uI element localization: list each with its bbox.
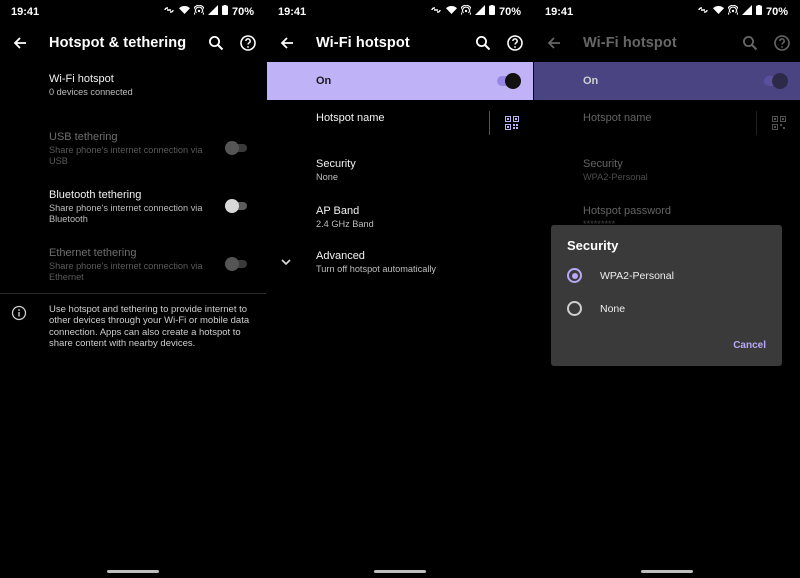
link-icon [430, 5, 442, 18]
battery-percent: 70% [765, 5, 788, 18]
status-bar: 19:41 70% [267, 0, 533, 24]
status-time: 19:41 [545, 6, 574, 18]
search-icon[interactable] [473, 33, 493, 53]
page-title: Wi-Fi hotspot [316, 35, 410, 51]
nav-handle[interactable] [641, 570, 693, 573]
item-title: Security [583, 158, 623, 170]
hotspot-icon [726, 4, 739, 18]
item-title: AP Band [316, 205, 360, 217]
dialog-title: Security [567, 238, 619, 253]
item-subtitle: 2.4 GHz Band [316, 219, 374, 229]
item-title: Advanced [316, 250, 365, 262]
bluetooth-tethering-toggle[interactable] [225, 199, 249, 213]
item-title: Hotspot password [583, 205, 672, 217]
nav-handle[interactable] [107, 570, 159, 573]
chevron-down-icon[interactable] [279, 255, 293, 269]
link-icon [697, 5, 709, 18]
qr-code-icon[interactable] [505, 116, 519, 130]
link-icon [163, 5, 175, 18]
help-icon[interactable] [238, 33, 258, 53]
battery-percent: 70% [498, 5, 521, 18]
info-text: Use hotspot and tethering to provide int… [49, 304, 250, 350]
app-bar: Wi-Fi hotspot [267, 28, 533, 58]
item-title: Security [316, 158, 356, 170]
divider [0, 293, 266, 294]
app-bar: Wi-Fi hotspot [534, 28, 800, 58]
item-title: Wi-Fi hotspot [49, 73, 114, 85]
wifi-icon [178, 5, 190, 18]
battery-percent: 70% [231, 5, 254, 18]
status-time: 19:41 [11, 6, 40, 18]
hotspot-main-toggle [762, 73, 788, 89]
info-icon [11, 305, 27, 321]
radio-option-wpa2[interactable]: WPA2-Personal [567, 265, 766, 287]
wifi-icon [445, 5, 457, 18]
item-subtitle: Turn off hotspot automatically [316, 264, 437, 274]
hotspot-on-bar: On [534, 62, 800, 100]
status-bar: 19:41 70% [0, 0, 266, 24]
status-bar: 19:41 70% [534, 0, 800, 24]
search-icon[interactable] [206, 33, 226, 53]
item-title: Hotspot name [316, 112, 385, 124]
item-subtitle: Share phone's internet connection via Bl… [49, 203, 203, 224]
back-arrow-icon[interactable] [277, 33, 297, 53]
on-label: On [316, 75, 332, 87]
item-subtitle: Share phone's internet connection via Et… [49, 261, 203, 282]
vertical-divider [489, 111, 490, 135]
advanced-item[interactable]: Advanced Turn off hotspot automatically [316, 250, 533, 275]
radio-label: None [600, 303, 626, 315]
signal-icon [207, 5, 218, 18]
hotspot-icon [459, 4, 472, 18]
hotspot-icon [192, 4, 205, 18]
ethernet-tethering-toggle [225, 257, 249, 271]
battery-icon [755, 5, 762, 18]
hotspot-main-toggle[interactable] [495, 73, 521, 89]
vertical-divider [756, 111, 757, 135]
usb-tethering-toggle [225, 141, 249, 155]
search-icon[interactable] [740, 33, 760, 53]
status-time: 19:41 [278, 6, 307, 18]
security-dialog: Security WPA2-Personal None Cancel [551, 225, 782, 366]
hotspot-tethering-screen: 19:41 70% Hotspot & tethering Wi-Fi hots… [0, 0, 266, 578]
help-icon[interactable] [772, 33, 792, 53]
hotspot-on-bar[interactable]: On [267, 62, 533, 100]
radio-unselected-icon[interactable] [567, 301, 582, 316]
wifi-hotspot-security-dialog-screen: 19:41 70% Wi-Fi hotspot On Hotspot name … [534, 0, 800, 578]
wifi-hotspot-screen: 19:41 70% Wi-Fi hotspot On Hotspot name … [267, 0, 533, 578]
item-subtitle: WPA2-Personal [583, 172, 648, 182]
hotspot-name-item: Hotspot name [583, 112, 800, 124]
app-bar: Hotspot & tethering [0, 28, 266, 58]
security-item[interactable]: Security None [316, 158, 533, 183]
battery-icon [221, 5, 228, 18]
item-subtitle: 0 devices connected [49, 87, 133, 97]
battery-icon [488, 5, 495, 18]
cancel-button[interactable]: Cancel [733, 340, 766, 351]
on-label: On [583, 75, 599, 87]
back-arrow-icon[interactable] [10, 33, 30, 53]
help-icon[interactable] [505, 33, 525, 53]
item-title: Hotspot name [583, 112, 652, 124]
page-title: Hotspot & tethering [49, 35, 187, 51]
hotspot-name-item[interactable]: Hotspot name [316, 112, 533, 124]
item-subtitle: None [316, 172, 338, 182]
radio-label: WPA2-Personal [600, 270, 674, 282]
signal-icon [741, 5, 752, 18]
qr-code-icon [772, 116, 786, 130]
radio-option-none[interactable]: None [567, 298, 766, 320]
back-arrow-icon[interactable] [544, 33, 564, 53]
wifi-hotspot-item[interactable]: Wi-Fi hotspot 0 devices connected [49, 73, 266, 98]
ap-band-item[interactable]: AP Band 2.4 GHz Band [316, 205, 533, 230]
signal-icon [474, 5, 485, 18]
page-title: Wi-Fi hotspot [583, 35, 677, 51]
nav-handle[interactable] [374, 570, 426, 573]
radio-selected-icon[interactable] [567, 268, 582, 283]
item-subtitle: Share phone's internet connection via US… [49, 145, 203, 166]
wifi-icon [712, 5, 724, 18]
security-item: Security WPA2-Personal [583, 158, 800, 183]
